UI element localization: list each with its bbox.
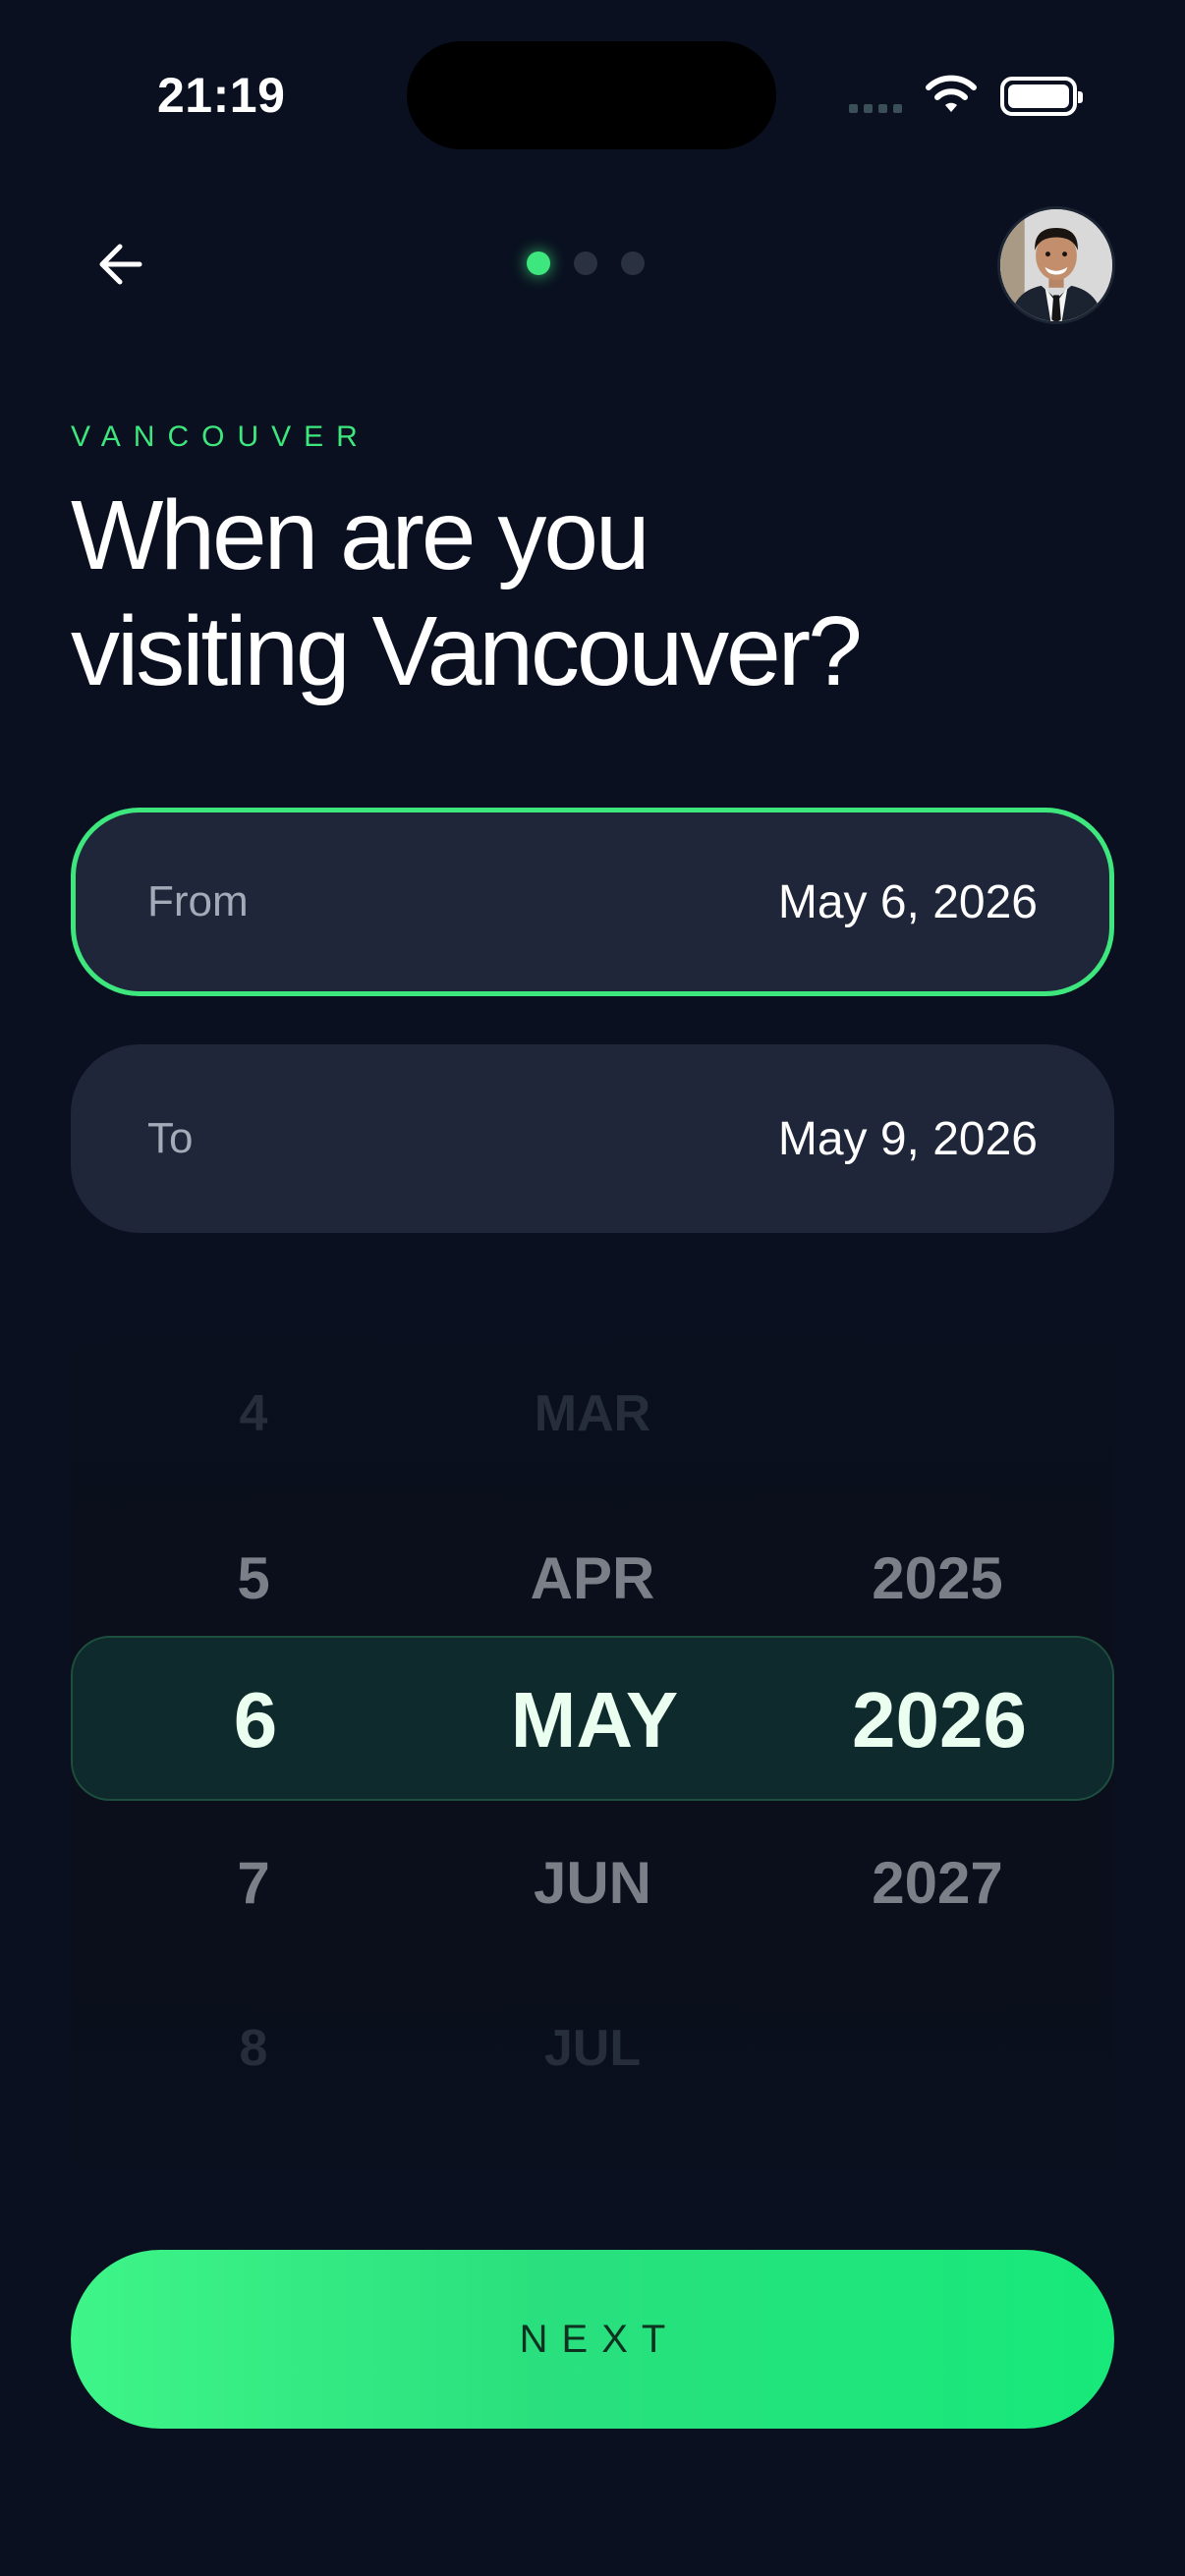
- picker-year[interactable]: [761, 1966, 1114, 2131]
- picker-row[interactable]: 8 JUL: [71, 1966, 1114, 2131]
- picker-selected-row[interactable]: 6 MAY 2026: [71, 1636, 1114, 1801]
- picker-day[interactable]: 4: [77, 1331, 430, 1496]
- picker-month-selected[interactable]: MAY: [418, 1638, 771, 1803]
- city-eyebrow: VANCOUVER: [71, 420, 370, 453]
- picker-year-selected[interactable]: 2026: [762, 1638, 1116, 1803]
- picker-month[interactable]: MAR: [416, 1331, 769, 1496]
- dynamic-island: [407, 41, 776, 149]
- page-title: When are you visiting Vancouver?: [71, 477, 1053, 709]
- step-dot-1: [527, 252, 550, 275]
- from-label: From: [147, 877, 249, 925]
- wifi-icon: [926, 75, 977, 112]
- status-time: 21:19: [157, 68, 286, 123]
- next-button[interactable]: NEXT: [71, 2250, 1114, 2429]
- step-dot-3: [621, 252, 645, 275]
- step-dot-2: [574, 252, 597, 275]
- user-avatar[interactable]: [997, 206, 1115, 324]
- to-value: May 9, 2026: [777, 1112, 1038, 1165]
- battery-icon: [1000, 77, 1083, 116]
- page-title-line-1: When are you: [71, 480, 650, 590]
- page-title-line-2: visiting Vancouver?: [71, 596, 863, 706]
- step-indicator: [527, 252, 645, 275]
- from-date-field[interactable]: From May 6, 2026: [71, 808, 1114, 996]
- picker-row[interactable]: 4 MAR: [71, 1331, 1114, 1496]
- from-value: May 6, 2026: [777, 875, 1038, 928]
- back-arrow-icon[interactable]: [90, 232, 155, 297]
- date-wheel-picker[interactable]: 4 MAR 5 APR 2025 6 MAY 2026 7 JUN 2027 8…: [71, 1331, 1114, 2178]
- picker-day-selected[interactable]: 6: [79, 1638, 432, 1803]
- picker-row[interactable]: 7 JUN 2027: [71, 1801, 1114, 1966]
- picker-month[interactable]: JUL: [416, 1966, 769, 2131]
- cellular-signal-icon: [849, 104, 902, 113]
- screen: 21:19 VANCOUVER When are you visiting Va…: [0, 0, 1185, 2576]
- next-button-label: NEXT: [519, 2317, 680, 2361]
- picker-year[interactable]: 2027: [761, 1801, 1114, 1966]
- to-label: To: [147, 1114, 194, 1162]
- to-date-field[interactable]: To May 9, 2026: [71, 1044, 1114, 1233]
- picker-day[interactable]: 8: [77, 1966, 430, 2131]
- avatar-portrait-icon: [1000, 209, 1112, 321]
- picker-day[interactable]: 7: [77, 1801, 430, 1966]
- picker-month[interactable]: JUN: [416, 1801, 769, 1966]
- picker-year[interactable]: [761, 1331, 1114, 1496]
